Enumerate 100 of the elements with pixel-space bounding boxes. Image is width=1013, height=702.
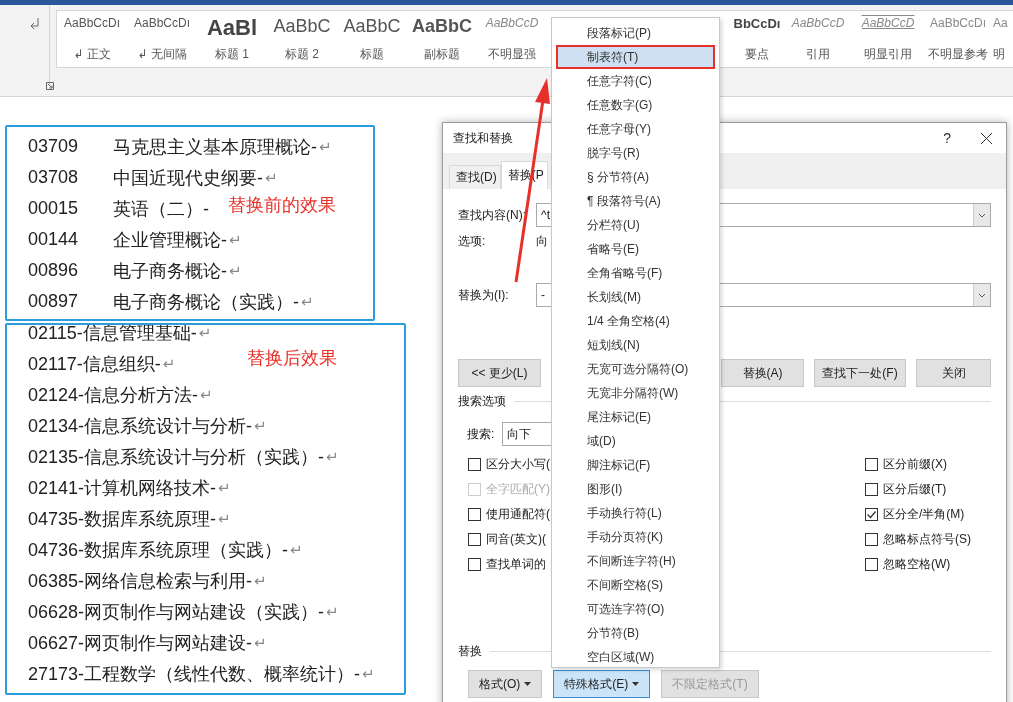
menu-item[interactable]: 分节符(B) <box>552 621 719 645</box>
menu-item[interactable]: 省略号(E) <box>552 237 719 261</box>
checkbox-label: 区分全/半角(M) <box>883 506 965 523</box>
style-gallery-item[interactable]: AaBbC 副标题 <box>407 11 477 67</box>
menu-item[interactable]: 手动换行符(L) <box>552 501 719 525</box>
course-code: 00896 <box>28 260 80 281</box>
course-code: 03709 <box>28 136 80 157</box>
checkbox-label: 区分前缀(X) <box>883 456 947 473</box>
menu-item[interactable]: 无宽可选分隔符(O) <box>552 357 719 381</box>
style-gallery-item[interactable]: AaBbC 标题 2 <box>267 11 337 67</box>
course-line: 27173-工程数学（线性代数、概率统计）- <box>28 662 361 686</box>
course-line: 06385-网络信息检索与利用- <box>28 569 253 593</box>
paragraph-mark: ↵ <box>218 478 231 497</box>
menu-item[interactable]: 不间断连字符(H) <box>552 549 719 573</box>
menu-item[interactable]: 任意数字(G) <box>552 93 719 117</box>
dialog-button[interactable]: 替换(A) <box>721 359 804 387</box>
menu-item[interactable]: 全角省略号(F) <box>552 261 719 285</box>
checkbox-label: 区分大小写( <box>486 456 550 473</box>
sort-icon[interactable] <box>29 17 41 31</box>
paragraph-mark: ↵ <box>290 540 303 559</box>
style-gallery-item[interactable]: Aa 明 <box>993 11 1013 67</box>
style-gallery-item[interactable]: AaBbC 标题 <box>337 11 407 67</box>
style-gallery-item[interactable]: BbCcDı 要点 <box>731 11 783 67</box>
course-code: 00144 <box>28 229 80 250</box>
checkbox[interactable] <box>468 533 481 546</box>
paragraph-mark: ↵ <box>198 323 212 342</box>
style-gallery-item[interactable]: AaBbCcD 明显引用 <box>853 11 923 67</box>
checkbox-label: 全字匹配(Y) <box>486 481 550 498</box>
course-line: 02115-信息管理基础- <box>28 321 197 345</box>
checkbox[interactable] <box>468 508 481 521</box>
checkbox[interactable] <box>468 458 481 471</box>
section-title: 替换 <box>458 643 482 660</box>
checkbox-label: 同音(英文)( <box>486 531 546 548</box>
menu-item[interactable]: 短划线(N) <box>552 333 719 357</box>
format-button[interactable]: 特殊格式(E) <box>553 670 651 698</box>
checkbox[interactable] <box>865 558 878 571</box>
menu-item[interactable]: § 分节符(A) <box>552 165 719 189</box>
course-name: 中国近现代史纲要- <box>113 166 263 190</box>
course-line: 02134-信息系统设计与分析- <box>28 414 253 438</box>
course-line: 04736-数据库系统原理（实践）- <box>28 538 289 562</box>
format-button[interactable]: 格式(O) <box>468 670 543 698</box>
paragraph-mark: ↵ <box>200 385 213 404</box>
style-gallery-item[interactable]: AaBbCcDı 不明显参考 <box>923 11 993 67</box>
checkbox[interactable] <box>468 558 481 571</box>
menu-item[interactable]: 尾注标记(E) <box>552 405 719 429</box>
paragraph-mark: ↵ <box>265 168 278 187</box>
style-gallery-item[interactable]: AaBbCcD 引用 <box>783 11 853 67</box>
help-button[interactable]: ? <box>943 130 951 146</box>
style-gallery-item[interactable]: AaBbCcDı ↲ 正文 <box>57 11 127 67</box>
field-label: 选项: <box>458 233 487 250</box>
annotation-text: 替换前的效果 <box>228 194 336 217</box>
course-name: 英语（二）- <box>113 197 209 221</box>
paragraph-mark: ↵ <box>326 602 339 621</box>
menu-item[interactable]: 不间断空格(S) <box>552 573 719 597</box>
course-line: 02141-计算机网络技术- <box>28 476 217 500</box>
menu-item[interactable]: 制表符(T) <box>556 45 715 69</box>
course-name: 电子商务概论（实践）- <box>113 290 299 314</box>
menu-item[interactable]: 1/4 全角空格(4) <box>552 309 719 333</box>
course-name: 电子商务概论- <box>113 259 227 283</box>
course-code: 00897 <box>28 291 80 312</box>
checkbox[interactable] <box>865 508 878 521</box>
menu-item[interactable]: 图形(I) <box>552 477 719 501</box>
checkbox-label: 忽略标点符号(S) <box>883 531 971 548</box>
course-code: 03708 <box>28 167 80 188</box>
field-label: 替换为(I): <box>458 286 510 304</box>
paragraph-mark: ↵ <box>229 230 242 249</box>
checkbox-label: 使用通配符( <box>486 506 550 523</box>
course-line: 04735-数据库系统原理- <box>28 507 217 531</box>
style-gallery-item[interactable]: AaBl 标题 1 <box>197 11 267 67</box>
style-gallery-item[interactable]: AaBbCcDı ↲ 无间隔 <box>127 11 197 67</box>
checkbox-label: 忽略空格(W) <box>883 556 951 573</box>
dialog-title: 查找和替换 <box>453 129 513 147</box>
checkbox[interactable] <box>865 458 878 471</box>
dialog-button[interactable]: 查找下一处(F) <box>814 359 906 387</box>
course-line: 02117-信息组织- <box>28 352 161 376</box>
course-name: 企业管理概论- <box>113 228 227 252</box>
paragraph-mark: ↵ <box>319 137 332 156</box>
checkbox[interactable] <box>865 483 878 496</box>
menu-item[interactable]: 脚注标记(F) <box>552 453 719 477</box>
dialog-button[interactable]: 关闭 <box>916 359 991 387</box>
menu-item[interactable]: 无宽非分隔符(W) <box>552 381 719 405</box>
checkbox[interactable] <box>865 533 878 546</box>
menu-item[interactable]: 手动分页符(K) <box>552 525 719 549</box>
less-button[interactable]: << 更少(L) <box>458 359 541 387</box>
course-line: 06628-网页制作与网站建设（实践）- <box>28 600 325 624</box>
menu-item[interactable]: 脱字号(R) <box>552 141 719 165</box>
menu-item[interactable]: 任意字母(Y) <box>552 117 719 141</box>
menu-item[interactable]: 任意字符(C) <box>552 69 719 93</box>
menu-item[interactable]: 长划线(M) <box>552 285 719 309</box>
menu-item[interactable]: 空白区域(W) <box>552 645 719 669</box>
menu-item[interactable]: 域(D) <box>552 429 719 453</box>
menu-item[interactable]: 段落标记(P) <box>552 21 719 45</box>
paragraph-mark: ↵ <box>218 509 231 528</box>
paragraph-mark: ↵ <box>362 664 375 683</box>
course-line: 06627-网页制作与网站建设- <box>28 631 253 655</box>
close-icon[interactable] <box>981 132 992 144</box>
menu-item[interactable]: 可选连字符(O) <box>552 597 719 621</box>
style-gallery-item[interactable]: AaBbCcD 不明显强 <box>477 11 547 67</box>
dialog-launcher-icon[interactable] <box>46 82 54 90</box>
tab[interactable]: 查找(D) <box>449 165 501 189</box>
